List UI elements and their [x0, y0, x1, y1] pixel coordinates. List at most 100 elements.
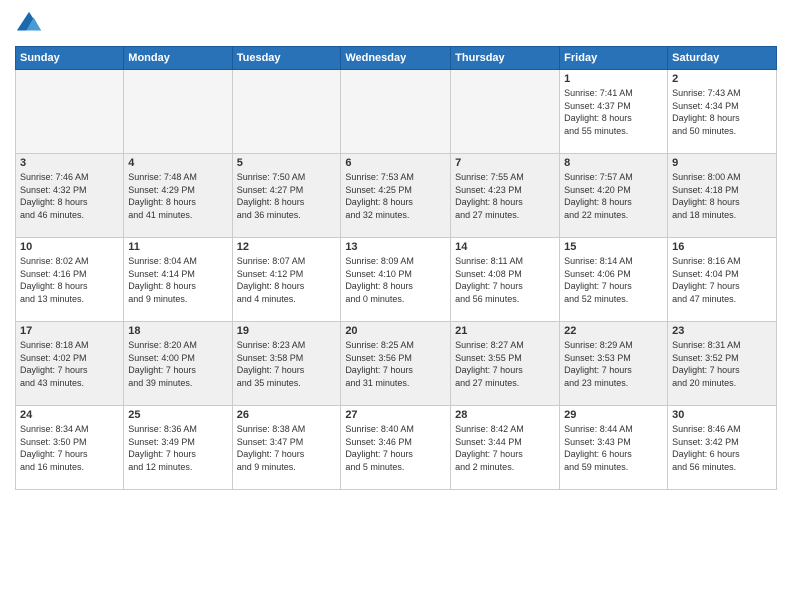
day-number: 22	[564, 325, 663, 337]
calendar-cell: 2 Sunrise: 7:43 AM Sunset: 4:34 PM Daylig…	[668, 70, 777, 154]
calendar-cell	[451, 70, 560, 154]
day-info: Sunrise: 8:18 AM Sunset: 4:02 PM Dayligh…	[20, 339, 119, 389]
day-info: Sunrise: 8:02 AM Sunset: 4:16 PM Dayligh…	[20, 255, 119, 305]
day-number: 29	[564, 409, 663, 421]
day-number: 20	[345, 325, 446, 337]
calendar-cell: 5 Sunrise: 7:50 AM Sunset: 4:27 PM Daylig…	[232, 154, 341, 238]
day-number: 12	[237, 241, 337, 253]
day-info: Sunrise: 7:48 AM Sunset: 4:29 PM Dayligh…	[128, 171, 227, 221]
calendar-cell: 28 Sunrise: 8:42 AM Sunset: 3:44 PM Dayli…	[451, 406, 560, 490]
calendar-cell: 4 Sunrise: 7:48 AM Sunset: 4:29 PM Daylig…	[124, 154, 232, 238]
calendar-cell	[124, 70, 232, 154]
calendar-cell: 21Sunrise: 8:27 AM Sunset: 3:55 PM Dayli…	[451, 322, 560, 406]
day-number: 26	[237, 409, 337, 421]
day-info: Sunrise: 8:36 AM Sunset: 3:49 PM Dayligh…	[128, 423, 227, 473]
day-number: 6	[345, 157, 446, 169]
day-number: 11	[128, 241, 227, 253]
day-info: Sunrise: 8:42 AM Sunset: 3:44 PM Dayligh…	[455, 423, 555, 473]
day-info: Sunrise: 8:07 AM Sunset: 4:12 PM Dayligh…	[237, 255, 337, 305]
header-wednesday: Wednesday	[341, 47, 451, 70]
header-thursday: Thursday	[451, 47, 560, 70]
calendar-cell: 1Sunrise: 7:41 AM Sunset: 4:37 PM Daylig…	[560, 70, 668, 154]
header-saturday: Saturday	[668, 47, 777, 70]
header-row: SundayMondayTuesdayWednesdayThursdayFrid…	[16, 47, 777, 70]
day-info: Sunrise: 8:31 AM Sunset: 3:52 PM Dayligh…	[672, 339, 772, 389]
calendar-cell: 8 Sunrise: 7:57 AM Sunset: 4:20 PM Daylig…	[560, 154, 668, 238]
calendar-cell: 9Sunrise: 8:00 AM Sunset: 4:18 PM Daylig…	[668, 154, 777, 238]
day-number: 8	[564, 157, 663, 169]
day-info: Sunrise: 8:44 AM Sunset: 3:43 PM Dayligh…	[564, 423, 663, 473]
day-info: Sunrise: 8:04 AM Sunset: 4:14 PM Dayligh…	[128, 255, 227, 305]
day-info: Sunrise: 8:46 AM Sunset: 3:42 PM Dayligh…	[672, 423, 772, 473]
day-info: Sunrise: 8:23 AM Sunset: 3:58 PM Dayligh…	[237, 339, 337, 389]
calendar-cell: 19 Sunrise: 8:23 AM Sunset: 3:58 PM Dayli…	[232, 322, 341, 406]
logo-icon	[15, 10, 43, 38]
day-info: Sunrise: 8:38 AM Sunset: 3:47 PM Dayligh…	[237, 423, 337, 473]
calendar-cell: 17 Sunrise: 8:18 AM Sunset: 4:02 PM Dayli…	[16, 322, 124, 406]
calendar-cell: 26 Sunrise: 8:38 AM Sunset: 3:47 PM Dayli…	[232, 406, 341, 490]
day-info: Sunrise: 8:11 AM Sunset: 4:08 PM Dayligh…	[455, 255, 555, 305]
day-info: Sunrise: 8:14 AM Sunset: 4:06 PM Dayligh…	[564, 255, 663, 305]
calendar-cell: 14Sunrise: 8:11 AM Sunset: 4:08 PM Dayli…	[451, 238, 560, 322]
calendar-cell: 6 Sunrise: 7:53 AM Sunset: 4:25 PM Daylig…	[341, 154, 451, 238]
week-row-3: 17 Sunrise: 8:18 AM Sunset: 4:02 PM Dayli…	[16, 322, 777, 406]
day-number: 21	[455, 325, 555, 337]
calendar-table: SundayMondayTuesdayWednesdayThursdayFrid…	[15, 46, 777, 490]
calendar-cell	[16, 70, 124, 154]
day-info: Sunrise: 7:43 AM Sunset: 4:34 PM Dayligh…	[672, 87, 772, 137]
day-number: 28	[455, 409, 555, 421]
day-number: 5	[237, 157, 337, 169]
day-number: 27	[345, 409, 446, 421]
calendar-cell: 18 Sunrise: 8:20 AM Sunset: 4:00 PM Dayli…	[124, 322, 232, 406]
day-number: 23	[672, 325, 772, 337]
calendar-cell: 27 Sunrise: 8:40 AM Sunset: 3:46 PM Dayli…	[341, 406, 451, 490]
day-number: 16	[672, 241, 772, 253]
day-info: Sunrise: 8:29 AM Sunset: 3:53 PM Dayligh…	[564, 339, 663, 389]
calendar-cell: 10 Sunrise: 8:02 AM Sunset: 4:16 PM Dayli…	[16, 238, 124, 322]
calendar-cell: 12 Sunrise: 8:07 AM Sunset: 4:12 PM Dayli…	[232, 238, 341, 322]
calendar-cell: 29 Sunrise: 8:44 AM Sunset: 3:43 PM Dayli…	[560, 406, 668, 490]
calendar-cell: 11 Sunrise: 8:04 AM Sunset: 4:14 PM Dayli…	[124, 238, 232, 322]
calendar-cell: 24 Sunrise: 8:34 AM Sunset: 3:50 PM Dayli…	[16, 406, 124, 490]
calendar-cell: 23 Sunrise: 8:31 AM Sunset: 3:52 PM Dayli…	[668, 322, 777, 406]
logo	[15, 10, 48, 38]
day-number: 17	[20, 325, 119, 337]
day-number: 13	[345, 241, 446, 253]
header	[15, 10, 777, 38]
header-monday: Monday	[124, 47, 232, 70]
header-friday: Friday	[560, 47, 668, 70]
week-row-2: 10 Sunrise: 8:02 AM Sunset: 4:16 PM Dayli…	[16, 238, 777, 322]
day-number: 3	[20, 157, 119, 169]
day-number: 18	[128, 325, 227, 337]
week-row-4: 24 Sunrise: 8:34 AM Sunset: 3:50 PM Dayli…	[16, 406, 777, 490]
calendar-cell: 22 Sunrise: 8:29 AM Sunset: 3:53 PM Dayli…	[560, 322, 668, 406]
day-info: Sunrise: 7:55 AM Sunset: 4:23 PM Dayligh…	[455, 171, 555, 221]
day-info: Sunrise: 8:40 AM Sunset: 3:46 PM Dayligh…	[345, 423, 446, 473]
day-info: Sunrise: 8:16 AM Sunset: 4:04 PM Dayligh…	[672, 255, 772, 305]
day-number: 4	[128, 157, 227, 169]
calendar-cell: 15 Sunrise: 8:14 AM Sunset: 4:06 PM Dayli…	[560, 238, 668, 322]
calendar-cell: 20Sunrise: 8:25 AM Sunset: 3:56 PM Dayli…	[341, 322, 451, 406]
header-sunday: Sunday	[16, 47, 124, 70]
day-number: 15	[564, 241, 663, 253]
day-info: Sunrise: 8:09 AM Sunset: 4:10 PM Dayligh…	[345, 255, 446, 305]
day-number: 7	[455, 157, 555, 169]
day-number: 24	[20, 409, 119, 421]
calendar-cell: 25 Sunrise: 8:36 AM Sunset: 3:49 PM Dayli…	[124, 406, 232, 490]
calendar-cell: 16 Sunrise: 8:16 AM Sunset: 4:04 PM Dayli…	[668, 238, 777, 322]
day-number: 30	[672, 409, 772, 421]
day-number: 19	[237, 325, 337, 337]
day-number: 25	[128, 409, 227, 421]
day-info: Sunrise: 7:41 AM Sunset: 4:37 PM Dayligh…	[564, 87, 663, 137]
day-info: Sunrise: 7:53 AM Sunset: 4:25 PM Dayligh…	[345, 171, 446, 221]
day-info: Sunrise: 7:57 AM Sunset: 4:20 PM Dayligh…	[564, 171, 663, 221]
calendar-cell: 7 Sunrise: 7:55 AM Sunset: 4:23 PM Daylig…	[451, 154, 560, 238]
calendar-cell: 13 Sunrise: 8:09 AM Sunset: 4:10 PM Dayli…	[341, 238, 451, 322]
week-row-1: 3Sunrise: 7:46 AM Sunset: 4:32 PM Daylig…	[16, 154, 777, 238]
day-number: 10	[20, 241, 119, 253]
calendar-cell	[341, 70, 451, 154]
day-number: 2	[672, 73, 772, 85]
day-info: Sunrise: 8:20 AM Sunset: 4:00 PM Dayligh…	[128, 339, 227, 389]
day-info: Sunrise: 7:50 AM Sunset: 4:27 PM Dayligh…	[237, 171, 337, 221]
day-info: Sunrise: 8:34 AM Sunset: 3:50 PM Dayligh…	[20, 423, 119, 473]
